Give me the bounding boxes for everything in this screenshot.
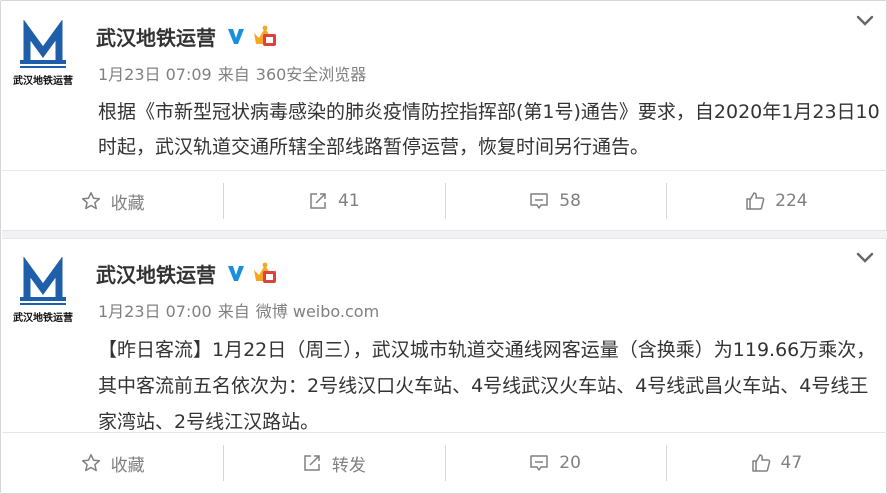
like-count: 47 (780, 453, 803, 473)
author-name[interactable]: 武汉地铁运营 (96, 22, 216, 51)
source-prefix: 来自 (217, 65, 250, 84)
favorite-button[interactable]: 收藏 (2, 171, 223, 231)
like-count: 224 (775, 191, 808, 211)
like-icon (751, 454, 770, 472)
source-prefix: 来自 (217, 302, 250, 321)
favorite-button[interactable]: 收藏 (2, 433, 223, 493)
repost-button[interactable]: 转发 (223, 433, 444, 493)
metro-logo-icon (20, 257, 66, 305)
post-source[interactable]: 微博 weibo.com (256, 302, 379, 321)
like-button[interactable]: 47 (665, 433, 887, 493)
repost-count: 41 (338, 191, 360, 211)
chevron-down-icon[interactable] (856, 14, 874, 28)
post-meta: 1月23日 07:00 来自 微博 weibo.com (98, 298, 385, 322)
author-row: 武汉地铁运营 (96, 259, 278, 287)
logo-caption: 武汉地铁运营 (13, 76, 73, 87)
post-date[interactable]: 1月23日 07:00 (98, 302, 212, 321)
comment-button[interactable]: 58 (444, 171, 666, 231)
vip-crown-icon[interactable] (252, 24, 278, 48)
post-source[interactable]: 360安全浏览器 (256, 65, 367, 84)
comment-count: 58 (559, 191, 581, 211)
like-icon (746, 192, 765, 210)
post-content: 根据《市新型冠状病毒感染的肺炎疫情防控指挥部(第1号)通告》要求，自2020年1… (98, 101, 880, 158)
repost-icon (304, 455, 320, 471)
metro-logo-icon (20, 20, 66, 68)
verified-icon (226, 263, 246, 283)
post-date[interactable]: 1月23日 07:09 (98, 65, 212, 84)
repost-label: 转发 (331, 455, 366, 476)
weibo-post: 武汉地铁运营 武汉地铁运营 1月23日 07:00 来自 微博 weibo.com … (2, 239, 887, 493)
like-button[interactable]: 224 (665, 171, 887, 231)
comment-icon (530, 193, 549, 209)
logo-caption: 武汉地铁运营 (13, 313, 73, 324)
action-bar: 收藏 41 58 224 (2, 170, 887, 231)
favorite-label: 收藏 (110, 193, 145, 214)
verified-icon (226, 26, 246, 46)
comment-count: 20 (559, 453, 581, 473)
weibo-post: 武汉地铁运营 武汉地铁运营 1月23日 07:09 来自 360安全浏览器 根据《市… (2, 2, 887, 231)
author-name[interactable]: 武汉地铁运营 (96, 259, 216, 288)
repost-button[interactable]: 41 (223, 171, 444, 231)
author-row: 武汉地铁运营 (96, 22, 278, 50)
avatar[interactable]: 武汉地铁运营 (5, 20, 81, 90)
favorite-label: 收藏 (110, 455, 145, 476)
action-bar: 收藏 转发 20 47 (2, 432, 887, 493)
post-divider (2, 230, 887, 239)
comment-button[interactable]: 20 (444, 433, 666, 493)
post-meta: 1月23日 07:09 来自 360安全浏览器 (98, 61, 372, 85)
post-content: 【昨日客流】1月22日（周三），武汉城市轨道交通线网客运量（含换乘）为119.6… (98, 339, 876, 433)
avatar[interactable]: 武汉地铁运营 (5, 257, 81, 327)
vip-crown-icon[interactable] (252, 261, 278, 285)
comment-icon (530, 455, 549, 471)
weibo-feed: 武汉地铁运营 武汉地铁运营 1月23日 07:09 来自 360安全浏览器 根据《市… (0, 0, 887, 494)
repost-icon (310, 193, 326, 209)
star-icon (81, 454, 100, 472)
chevron-down-icon[interactable] (856, 251, 874, 265)
star-icon (81, 192, 100, 210)
